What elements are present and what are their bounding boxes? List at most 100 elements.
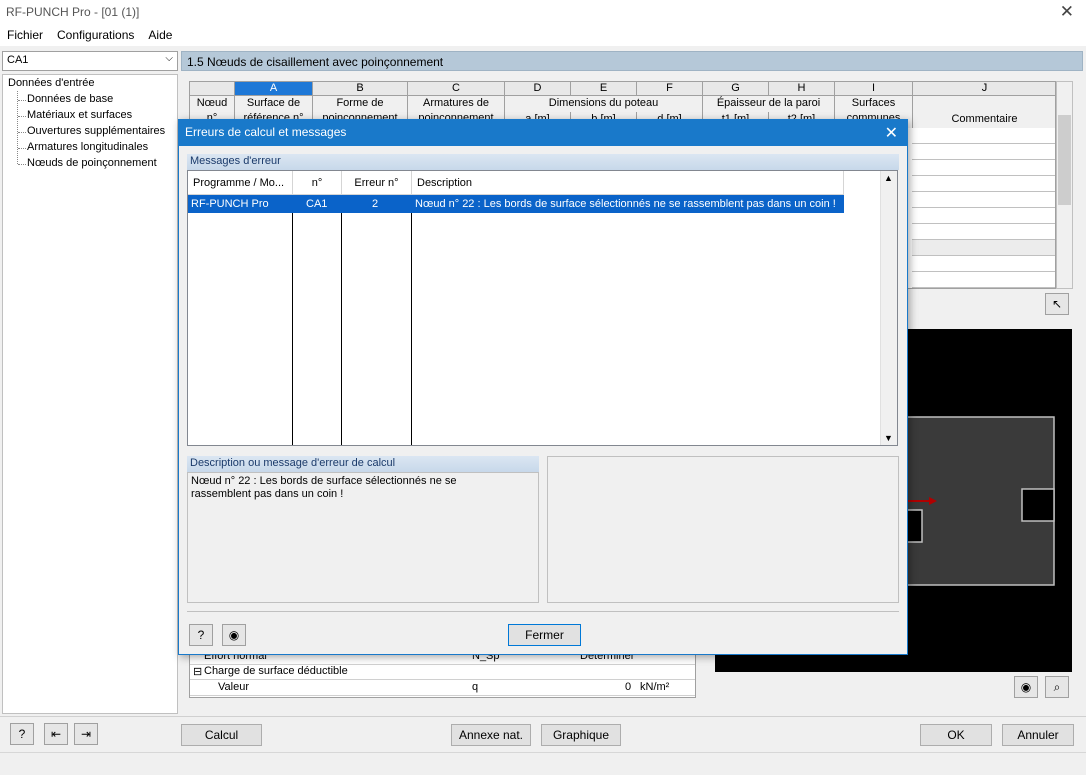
row-unit: kN/m²	[640, 681, 670, 693]
zoom-reset-button[interactable]: ⌕	[1045, 676, 1069, 698]
group-title-messages: Messages d'erreur	[187, 154, 899, 170]
eye-icon: ◉	[228, 628, 240, 642]
tree-connector	[18, 148, 26, 149]
row-symbol: q	[472, 681, 479, 693]
help-button[interactable]: ?	[10, 723, 34, 745]
menu-file[interactable]: Fichier	[0, 26, 50, 42]
dialog-title: Erreurs de calcul et messages	[185, 125, 347, 139]
window-close-icon[interactable]: ✕	[1060, 2, 1074, 22]
column-header-a[interactable]: A	[235, 82, 313, 96]
status-bar	[0, 752, 1086, 775]
view-button[interactable]: ◉	[1014, 676, 1038, 698]
error-number: 2	[372, 198, 379, 210]
table-row[interactable]	[912, 224, 1055, 240]
table-row[interactable]	[912, 176, 1055, 192]
table-scrollbar[interactable]	[1056, 81, 1073, 289]
error-list: Programme / Mo... n° Erreur n° Descripti…	[187, 170, 898, 446]
column-header-d[interactable]: D	[505, 82, 571, 96]
table-row[interactable]	[912, 208, 1055, 224]
group-title-description: Description ou message d'erreur de calcu…	[187, 456, 539, 472]
parameters-table: Effort normal N_Sp Déterminer ⊟ Charge d…	[189, 648, 696, 698]
list-scrollbar[interactable]: ▲ ▼	[880, 171, 897, 445]
export-button[interactable]: ⇥	[74, 723, 98, 745]
list-header-description[interactable]: Description	[412, 171, 844, 195]
help-icon: ?	[197, 628, 205, 642]
column-header-g[interactable]: G	[703, 82, 769, 96]
tree-connector	[18, 164, 26, 165]
zoom-icon: ⌕	[1053, 680, 1061, 694]
list-item[interactable]: RF-PUNCH Pro CA1 2 Nœud n° 22 : Les bord…	[188, 195, 844, 213]
column-divider	[411, 195, 412, 445]
collapse-icon[interactable]: ⊟	[193, 665, 202, 678]
column-header-e[interactable]: E	[571, 82, 637, 96]
list-header-no[interactable]: n°	[293, 171, 342, 195]
tree-item-longitudinal-reinforcement[interactable]: Armatures longitudinales	[27, 141, 148, 153]
list-header-error-no[interactable]: Erreur n°	[342, 171, 412, 195]
chevron-down-icon: ⌵	[165, 53, 173, 64]
pick-node-button[interactable]: ↖	[1045, 293, 1069, 315]
scroll-thumb[interactable]	[1058, 115, 1071, 205]
table-row: Valeur q 0 kN/m²	[190, 680, 695, 696]
subhead-comment: Commentaire	[913, 96, 1055, 128]
row-label: Valeur	[218, 681, 249, 693]
error-program: RF-PUNCH Pro	[191, 198, 269, 210]
scroll-down-icon[interactable]: ▼	[884, 433, 893, 443]
eye-icon: ◉	[1020, 680, 1032, 694]
load-case-select[interactable]: CA1 ⌵	[2, 51, 178, 71]
national-annex-button[interactable]: Annexe nat.	[451, 724, 531, 746]
subhead-column-dimensions: Dimensions du poteau	[505, 96, 703, 112]
table-row[interactable]	[912, 144, 1055, 160]
table-row[interactable]	[912, 256, 1055, 272]
menu-help[interactable]: Aide	[141, 26, 179, 42]
graphics-button[interactable]: Graphique	[541, 724, 621, 746]
column-header-b[interactable]: B	[313, 82, 408, 96]
import-icon: ⇤	[50, 727, 62, 741]
column-header-c[interactable]: C	[408, 82, 505, 96]
tree-item-basic-data[interactable]: Données de base	[27, 93, 113, 105]
import-button[interactable]: ⇤	[44, 723, 68, 745]
error-dialog: Erreurs de calcul et messages ✕ Messages…	[178, 119, 908, 655]
tree-item-punching-nodes[interactable]: Nœuds de poinçonnement	[27, 157, 157, 169]
menu-bar: Fichier Configurations Aide	[0, 26, 1086, 46]
tree-item-openings[interactable]: Ouvertures supplémentaires	[27, 125, 165, 137]
ok-button[interactable]: OK	[920, 724, 992, 746]
table-row[interactable]	[912, 192, 1055, 208]
column-header-i[interactable]: I	[835, 82, 913, 96]
column-header-f[interactable]: F	[637, 82, 703, 96]
pointer-icon: ↖	[1051, 297, 1063, 311]
column-divider	[292, 195, 293, 445]
title-bar: RF-PUNCH Pro - [01 (1)] ✕	[0, 0, 1086, 26]
error-case: CA1	[306, 198, 328, 210]
help-icon: ?	[18, 727, 26, 741]
description-text: Nœud n° 22 : Les bords de surface sélect…	[191, 475, 457, 500]
column-header-j[interactable]: J	[913, 82, 1055, 96]
list-header-program[interactable]: Programme / Mo...	[188, 171, 293, 195]
cancel-button[interactable]: Annuler	[1002, 724, 1074, 746]
calc-button[interactable]: Calcul	[181, 724, 262, 746]
page-title: 1.5 Nœuds de cisaillement avec poinçonne…	[181, 51, 1083, 71]
dialog-view-button[interactable]: ◉	[222, 624, 246, 646]
tree-connector	[18, 132, 26, 133]
table-row[interactable]	[912, 128, 1055, 144]
dialog-title-bar: Erreurs de calcul et messages ✕	[179, 120, 907, 146]
detail-panel	[547, 456, 899, 603]
column-right	[1021, 488, 1055, 522]
dialog-help-button[interactable]: ?	[189, 624, 213, 646]
dialog-separator	[187, 611, 899, 612]
menu-settings[interactable]: Configurations	[50, 26, 141, 42]
table-row[interactable]	[912, 240, 1055, 256]
close-button[interactable]: Fermer	[508, 624, 581, 646]
load-case-value: CA1	[7, 54, 29, 66]
column-divider	[341, 195, 342, 445]
tree-root-input-data[interactable]: Données d'entrée	[8, 77, 95, 89]
tree-item-materials[interactable]: Matériaux et surfaces	[27, 109, 132, 121]
scroll-up-icon[interactable]: ▲	[884, 173, 893, 183]
tree-connector	[18, 100, 26, 101]
table-row[interactable]	[912, 160, 1055, 176]
dialog-close-icon[interactable]: ✕	[885, 123, 898, 143]
error-description: Nœud n° 22 : Les bords de surface sélect…	[415, 198, 836, 210]
export-icon: ⇥	[80, 727, 92, 741]
column-header-h[interactable]: H	[769, 82, 835, 96]
table-row[interactable]	[912, 272, 1055, 288]
row-value[interactable]: 0	[625, 681, 631, 693]
